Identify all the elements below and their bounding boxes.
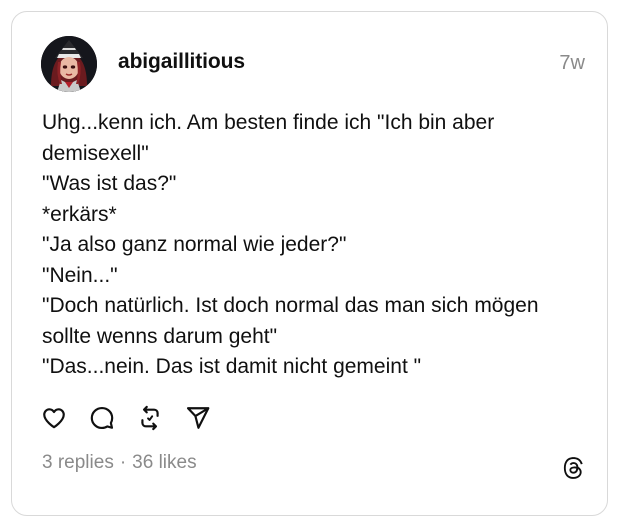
post-line: sollte wenns darum geht": [42, 324, 278, 348]
repost-icon: [141, 405, 159, 431]
username[interactable]: abigaillitious: [118, 50, 245, 74]
post-line: *erkärs*: [42, 202, 117, 226]
like-button[interactable]: [41, 405, 67, 431]
heart-icon: [43, 408, 65, 429]
repost-button[interactable]: [137, 405, 163, 431]
threads-logo-icon[interactable]: [559, 454, 587, 482]
share-button[interactable]: [185, 405, 211, 431]
post-line: "Nein...": [42, 263, 118, 287]
post-actions: [41, 404, 211, 432]
avatar[interactable]: [41, 36, 97, 92]
threads-logo-glyph: [563, 457, 583, 479]
post-text: Uhg...kenn ich. Am besten finde ich "Ich…: [42, 108, 594, 383]
post-line: "Doch natürlich. Ist doch normal das man…: [42, 294, 539, 317]
post-line: Uhg...kenn ich. Am besten finde ich "Ich…: [42, 111, 495, 134]
send-icon: [186, 407, 210, 429]
post-line: demisexell": [42, 141, 149, 165]
post-stats: 3 replies · 36 likes: [42, 452, 197, 474]
post-line: "Was ist das?": [42, 172, 177, 195]
avatar-image: [41, 36, 97, 92]
likes-count[interactable]: 36 likes: [132, 452, 196, 474]
post-card: abigaillitious 7w Uhg...kenn ich. Am bes…: [11, 11, 608, 516]
stats-separator: ·: [119, 452, 127, 473]
post-line: "Ja also ganz normal wie jeder?": [42, 233, 347, 256]
reply-button[interactable]: [89, 405, 115, 431]
replies-count[interactable]: 3 replies: [42, 452, 114, 474]
post-line: "Das...nein. Das ist damit nicht gemeint…: [42, 355, 422, 378]
post-timestamp[interactable]: 7w: [559, 52, 585, 75]
comment-icon: [90, 406, 114, 430]
